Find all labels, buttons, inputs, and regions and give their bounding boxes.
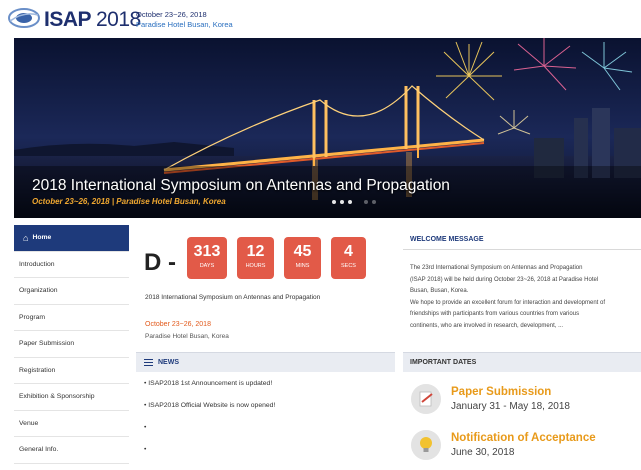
slider-dot[interactable] <box>332 200 336 204</box>
countdown-days: 313 DAYS <box>187 237 227 279</box>
countdown-mins: 45 MINS <box>284 237 321 279</box>
countdown-panel: D - 313 DAYS 12 HOURS 45 MINS 4 SECS 201… <box>140 225 395 345</box>
welcome-panel: WELCOME MESSAGE The 23rd International S… <box>403 225 641 345</box>
logo-wordmark[interactable]: ISAP 2018 <box>44 8 141 32</box>
date-title: Paper Submission <box>451 386 552 398</box>
countdown-unit: DAYS <box>199 263 215 269</box>
sidebar-item-organization[interactable]: Organization <box>14 278 129 305</box>
logo-word: ISAP <box>44 8 91 31</box>
hero-subtitle: October 23~26, 2018 | Paradise Hotel Bus… <box>32 197 226 206</box>
countdown-hours: 12 HOURS <box>237 237 274 279</box>
slider-dot[interactable] <box>348 200 352 204</box>
date-item-notification[interactable]: Notification of Acceptance June 30, 2018 <box>411 430 641 470</box>
lightbulb-icon <box>411 430 441 460</box>
news-panel: NEWS • ISAP2018 1st Announcement is upda… <box>136 352 395 459</box>
sidebar-item-label: Home <box>32 234 52 242</box>
divider <box>403 249 641 250</box>
countdown-secs: 4 SECS <box>331 237 366 279</box>
countdown-unit: SECS <box>341 263 356 269</box>
isap-logo-icon[interactable] <box>8 7 40 29</box>
date-title: Notification of Acceptance <box>451 432 596 444</box>
menu-icon <box>144 357 153 368</box>
logo-year: 2018 <box>95 8 141 31</box>
countdown-value: 12 <box>246 243 265 260</box>
slider-dots <box>332 200 376 204</box>
sidebar-item-exhibition[interactable]: Exhibition & Sponsorship <box>14 384 129 411</box>
date-value: June 30, 2018 <box>451 447 515 458</box>
news-item[interactable]: • <box>136 416 395 438</box>
sidebar-item-general-info[interactable]: General Info. <box>14 437 129 464</box>
sidebar-item-registration[interactable]: Registration <box>14 358 129 384</box>
news-item[interactable]: • <box>136 438 395 460</box>
site-header: ISAP 2018 October 23~26, 2018 Paradise H… <box>0 0 641 38</box>
sidebar-item-introduction[interactable]: Introduction <box>14 252 129 278</box>
important-dates-title: IMPORTANT DATES <box>403 352 641 372</box>
event-name: 2018 International Symposium on Antennas… <box>145 294 321 301</box>
date-item-paper-submission[interactable]: Paper Submission January 31 - May 18, 20… <box>411 384 641 424</box>
slider-dot[interactable] <box>364 200 368 204</box>
paper-submission-icon <box>411 384 441 414</box>
news-item[interactable]: • ISAP2018 1st Announcement is updated! <box>136 372 395 394</box>
header-venue: Paradise Hotel Busan, Korea <box>136 20 233 29</box>
news-title: NEWS <box>158 359 179 366</box>
hero-banner[interactable]: 2018 International Symposium on Antennas… <box>14 38 641 218</box>
slider-dot[interactable] <box>340 200 344 204</box>
countdown-unit: HOURS <box>245 263 266 269</box>
countdown-value: 313 <box>193 243 221 260</box>
news-item[interactable]: • ISAP2018 Official Website is now opene… <box>136 394 395 416</box>
date-value: January 31 - May 18, 2018 <box>451 401 570 412</box>
home-icon: ⌂ <box>23 232 29 243</box>
sidebar-item-program[interactable]: Program <box>14 305 129 331</box>
countdown-value: 4 <box>344 243 353 260</box>
welcome-title[interactable]: WELCOME MESSAGE <box>410 236 484 243</box>
slider-dot[interactable] <box>372 200 376 204</box>
countdown-value: 45 <box>293 243 312 260</box>
countdown-unit: MINS <box>295 263 310 269</box>
countdown-prefix: D - <box>144 249 176 276</box>
sidebar-item-venue[interactable]: Venue <box>14 411 129 437</box>
welcome-body: The 23rd International Symposium on Ante… <box>410 265 606 329</box>
sidebar-nav: ⌂ Home Introduction Organization Program… <box>14 225 129 464</box>
important-dates-panel: IMPORTANT DATES Paper Submission January… <box>403 352 641 460</box>
event-venue: Paradise Hotel Busan, Korea <box>145 333 229 340</box>
news-header[interactable]: NEWS <box>136 352 395 372</box>
header-date: October 23~26, 2018 <box>136 10 207 19</box>
event-date: October 23~26, 2018 <box>145 321 211 328</box>
sidebar-item-paper-submission[interactable]: Paper Submission <box>14 331 129 358</box>
sidebar-item-home[interactable]: ⌂ Home <box>14 225 129 252</box>
hero-title: 2018 International Symposium on Antennas… <box>32 177 450 194</box>
